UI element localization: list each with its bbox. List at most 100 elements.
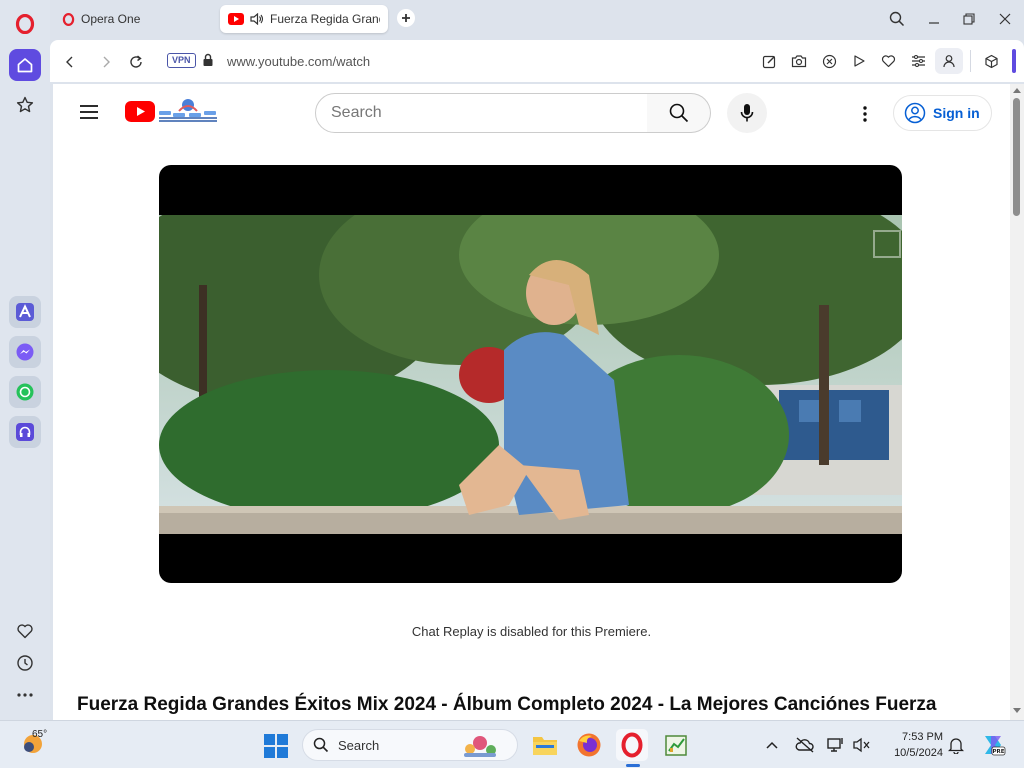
lock-icon[interactable]	[202, 53, 214, 67]
page-scrollbar[interactable]	[1010, 84, 1024, 720]
edit-page-button[interactable]	[759, 51, 779, 71]
scroll-down-arrow-icon[interactable]	[1013, 708, 1021, 714]
heart-icon	[17, 624, 33, 639]
snapshot-button[interactable]	[789, 51, 809, 71]
copilot-button[interactable]: PRE	[980, 732, 1006, 758]
whatsapp-button[interactable]	[9, 376, 41, 408]
pinboard-button[interactable]	[878, 51, 898, 71]
chevron-left-icon	[66, 56, 73, 68]
opera-sidebar	[0, 0, 50, 720]
clock-date: 10/5/2024	[894, 747, 943, 759]
play-triangle-icon	[854, 55, 865, 67]
reload-icon	[130, 55, 142, 68]
vpn-badge[interactable]: VPN	[167, 53, 196, 68]
minimize-button[interactable]	[922, 8, 946, 30]
search-icon	[669, 103, 688, 123]
aria-ai-button[interactable]	[9, 296, 41, 328]
notifications-button[interactable]	[946, 735, 966, 755]
ad-blocker-button[interactable]	[819, 51, 839, 71]
folder-icon	[533, 737, 557, 755]
copilot-icon: PRE	[985, 736, 1006, 756]
extensions-button[interactable]	[981, 51, 1001, 71]
sliders-icon	[911, 55, 925, 67]
youtube-doodle-icon[interactable]	[157, 97, 219, 123]
speaker-muted-icon	[853, 737, 870, 753]
bookmarks-button[interactable]	[9, 89, 41, 121]
back-button[interactable]	[59, 51, 81, 73]
system-clock[interactable]: 7:53 PM 10/5/2024	[883, 729, 943, 761]
home-icon	[17, 58, 33, 73]
url-text[interactable]: www.youtube.com/watch	[227, 54, 370, 69]
heart-icon	[881, 55, 895, 68]
restore-icon	[963, 13, 975, 25]
tab-opera-one[interactable]: Opera One	[54, 5, 218, 33]
music-player-button[interactable]	[9, 416, 41, 448]
opera-menu-button[interactable]	[9, 8, 41, 40]
youtube-logo-icon[interactable]	[125, 101, 155, 122]
microphone-icon	[740, 104, 754, 122]
reload-button[interactable]	[125, 51, 147, 73]
active-app-indicator	[626, 764, 640, 767]
chevron-up-icon	[766, 741, 778, 749]
speaker-audio-icon[interactable]	[250, 13, 264, 25]
taskbar-opera[interactable]	[616, 729, 648, 761]
close-window-button[interactable]	[993, 8, 1017, 30]
more-horizontal-icon	[17, 693, 33, 697]
messenger-icon	[16, 343, 34, 361]
video-player[interactable]	[159, 165, 902, 583]
search-highlight-icon	[464, 736, 496, 757]
search-input[interactable]: Search	[315, 93, 648, 133]
windows-taskbar: 65° Search 7:53 PM 10/5/2024 PRE	[0, 720, 1024, 768]
messenger-button[interactable]	[9, 336, 41, 368]
show-hidden-icons-button[interactable]	[762, 735, 782, 755]
weather-temperature[interactable]: 65°	[32, 729, 47, 740]
tab-title: Fuerza Regida Grandes	[270, 12, 380, 26]
user-icon	[943, 55, 955, 68]
scrollbar-thumb[interactable]	[1013, 98, 1020, 216]
onedrive-status-button[interactable]	[795, 735, 815, 755]
chat-replay-message: Chat Replay is disabled for this Premier…	[411, 624, 652, 639]
forward-button[interactable]	[95, 51, 117, 73]
tab-youtube-video[interactable]: Fuerza Regida Grandes	[220, 5, 388, 33]
cloud-offline-icon	[795, 737, 814, 753]
headphones-icon	[16, 423, 34, 441]
new-tab-button[interactable]	[397, 9, 415, 27]
clock-time: 7:53 PM	[902, 731, 943, 743]
tab-search-button[interactable]	[885, 8, 909, 30]
hamburger-icon	[80, 105, 98, 119]
easy-setup-button[interactable]	[908, 51, 928, 71]
network-status-button[interactable]	[826, 735, 846, 755]
player-button[interactable]	[849, 51, 869, 71]
camera-icon	[791, 55, 807, 68]
windows-start-icon[interactable]	[263, 733, 289, 759]
voice-search-button[interactable]	[727, 93, 767, 133]
video-frame-image	[159, 215, 902, 534]
taskbar-file-explorer[interactable]	[529, 729, 561, 761]
plus-icon	[402, 14, 410, 22]
pencil-square-icon	[762, 55, 775, 68]
scroll-up-arrow-icon[interactable]	[1013, 87, 1021, 93]
search-button[interactable]	[647, 93, 711, 133]
guide-menu-button[interactable]	[79, 104, 99, 125]
sidebar-more-button[interactable]	[9, 679, 41, 711]
my-flow-button[interactable]	[9, 615, 41, 647]
taskbar-search-label: Search	[338, 737, 380, 753]
cube-icon	[984, 54, 998, 68]
settings-menu-button[interactable]	[855, 102, 875, 126]
search-icon	[889, 11, 905, 27]
search-icon	[313, 737, 329, 753]
clock-icon	[17, 655, 33, 671]
opera-logo-icon	[621, 732, 643, 758]
whatsapp-icon	[16, 383, 34, 401]
history-button[interactable]	[9, 647, 41, 679]
taskbar-search-box[interactable]: Search	[302, 729, 518, 761]
restore-button[interactable]	[957, 8, 981, 30]
address-bar: VPN www.youtube.com/watch	[50, 40, 1024, 82]
volume-status-button[interactable]	[852, 735, 872, 755]
taskbar-firefox[interactable]	[573, 729, 605, 761]
star-icon	[16, 96, 34, 113]
sign-in-button[interactable]: Sign in	[893, 95, 992, 131]
profile-button[interactable]	[935, 48, 963, 74]
speed-dial-home-button[interactable]	[9, 49, 41, 81]
taskbar-chart-app[interactable]	[660, 729, 692, 761]
